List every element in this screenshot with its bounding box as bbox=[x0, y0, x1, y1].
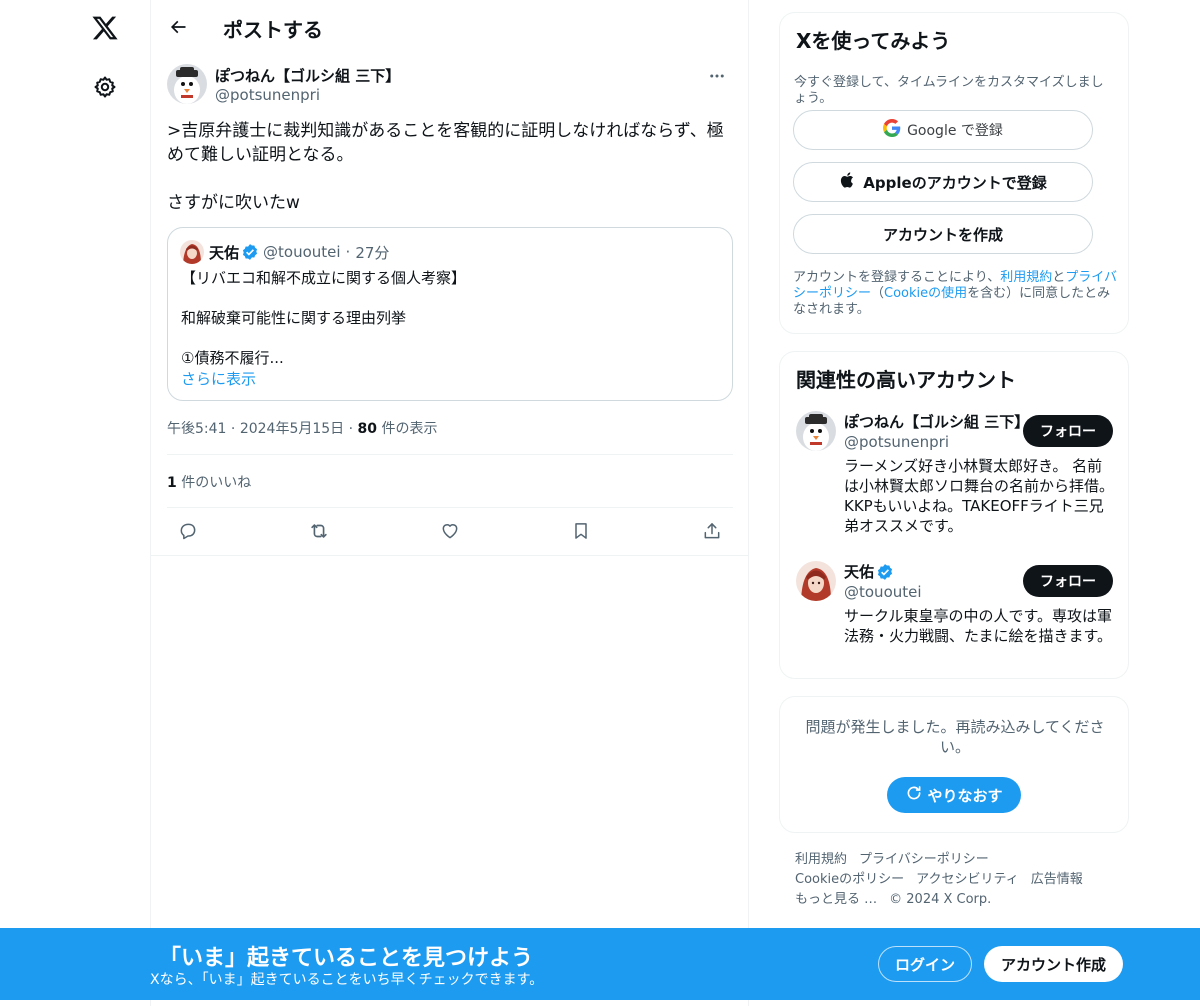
account-handle: @tououtei bbox=[844, 583, 922, 601]
post-time[interactable]: 午後5:41 bbox=[167, 421, 226, 437]
error-message: 問題が発生しました。再読み込みしてください。 bbox=[805, 718, 1105, 756]
bottom-signup-bar: 「いま」起きていることを見つけよう Xなら、「いま」起きていることをいち早くチェ… bbox=[0, 928, 1200, 1000]
separator-dot: · bbox=[345, 243, 351, 261]
quote-header: 天佑 @tououtei · 27分 bbox=[180, 240, 389, 264]
footer-ads-link[interactable]: 広告情報 bbox=[1031, 872, 1083, 887]
legal-notice: アカウントを登録することにより、利用規約とプライバシーポリシー（Cookieの使… bbox=[793, 270, 1119, 318]
page-header: ポストする bbox=[151, 0, 749, 54]
footer-more-link[interactable]: もっと見る … bbox=[795, 892, 877, 907]
post-actions bbox=[167, 514, 733, 548]
post-meta: 午後5:41 · 2024年5月15日 · 80 件の表示 bbox=[167, 418, 437, 438]
verified-icon bbox=[876, 563, 894, 581]
views-count: 80 bbox=[357, 421, 378, 437]
likes-label: 件のいいね bbox=[176, 475, 252, 491]
likes-count: 1 bbox=[167, 475, 177, 491]
signup-button[interactable]: アカウント作成 bbox=[984, 946, 1123, 982]
divider bbox=[167, 507, 733, 508]
reply-icon[interactable] bbox=[171, 514, 205, 548]
separator-dot: · bbox=[230, 421, 240, 437]
quote-author-handle: @tououtei bbox=[263, 243, 341, 261]
create-account-button[interactable]: アカウントを作成 bbox=[793, 214, 1093, 254]
account-name: ぽつねん【ゴルシ組 三下】 bbox=[844, 413, 1030, 431]
footer-links: 利用規約 プライバシーポリシー Cookieのポリシー アクセシビリティ 広告情報 も… bbox=[795, 850, 1113, 910]
terms-link[interactable]: 利用規約 bbox=[1000, 270, 1052, 285]
footer-row: Cookieのポリシー アクセシビリティ 広告情報 bbox=[795, 870, 1113, 890]
bottom-bar-title: 「いま」起きていることを見つけよう bbox=[159, 946, 534, 971]
x-logo-icon[interactable] bbox=[82, 5, 128, 51]
like-icon[interactable] bbox=[433, 514, 467, 548]
google-icon bbox=[883, 119, 907, 141]
post-text-line: >吉原弁護士に裁判知識があることを客観的に証明しなければならず、極めて難しい証明… bbox=[167, 121, 724, 165]
retry-label: やりなおす bbox=[927, 786, 1003, 805]
author-name[interactable]: ぽつねん【ゴルシ組 三下】 bbox=[215, 65, 400, 86]
account-name: 天佑 bbox=[844, 563, 875, 581]
account-bio: サークル東皇亭の中の人です。専攻は軍法務・火力戦闘、たまに絵を描きます。 bbox=[844, 607, 1113, 645]
retry-button[interactable]: やりなおす bbox=[887, 777, 1021, 813]
post-author: ぽつねん【ゴルシ組 三下】 @potsunenpri bbox=[167, 62, 733, 108]
avatar[interactable] bbox=[167, 64, 207, 104]
post-text-line: さすがに吹いたw bbox=[167, 193, 300, 213]
quote-author-name: 天佑 bbox=[209, 243, 240, 262]
page-title: ポストする bbox=[223, 18, 323, 42]
divider bbox=[151, 555, 749, 556]
signup-title: Xを使ってみよう bbox=[796, 29, 951, 53]
footer-accessibility-link[interactable]: アクセシビリティ bbox=[916, 872, 1019, 887]
left-nav bbox=[60, 0, 150, 1006]
post-date[interactable]: 2024年5月15日 bbox=[240, 421, 344, 437]
bookmark-icon[interactable] bbox=[564, 514, 598, 548]
footer-row: 利用規約 プライバシーポリシー bbox=[795, 850, 1113, 870]
error-card: 問題が発生しました。再読み込みしてください。 やりなおす bbox=[779, 696, 1129, 833]
back-arrow-icon[interactable] bbox=[161, 10, 195, 44]
footer-row: もっと見る … © 2024 X Corp. bbox=[795, 890, 1113, 910]
quote-line: 和解破棄可能性に関する理由列挙 bbox=[181, 309, 407, 327]
signup-card: Xを使ってみよう 今すぐ登録して、タイムラインをカスタマイズしましょう。 Goo… bbox=[779, 12, 1129, 334]
legal-text: と bbox=[1052, 270, 1066, 285]
follow-button[interactable]: フォロー bbox=[1023, 565, 1113, 597]
account-bio: ラーメンズ好き小林賢太郎好き。 名前は小林賢太郎ソロ舞台の名前から拝借。 KKP… bbox=[844, 457, 1115, 535]
more-icon[interactable] bbox=[701, 64, 733, 88]
copyright: © 2024 X Corp. bbox=[889, 892, 992, 907]
author-handle[interactable]: @potsunenpri bbox=[215, 86, 320, 104]
bottom-bar-subtitle: Xなら、「いま」起きていることをいち早くチェックできます。 bbox=[150, 972, 544, 988]
gear-icon[interactable] bbox=[82, 64, 128, 110]
quote-time: 27分 bbox=[355, 243, 390, 262]
cookie-link[interactable]: Cookieの使用 bbox=[884, 286, 967, 301]
repost-icon[interactable] bbox=[302, 514, 336, 548]
refresh-icon bbox=[905, 784, 927, 806]
footer-privacy-link[interactable]: プライバシーポリシー bbox=[859, 852, 989, 867]
login-button[interactable]: ログイン bbox=[878, 946, 972, 982]
apple-signup-button[interactable]: Appleのアカウントで登録 bbox=[793, 162, 1093, 202]
relevant-accounts-card: 関連性の高いアカウント ぽつねん【ゴルシ組 三下】 @potsunenpri フ… bbox=[779, 351, 1129, 679]
apple-signup-label: Appleのアカウントで登録 bbox=[863, 173, 1047, 192]
accounts-title: 関連性の高いアカウント bbox=[796, 368, 1016, 392]
post-text: >吉原弁護士に裁判知識があることを客観的に証明しなければならず、極めて難しい証明… bbox=[167, 119, 733, 239]
quote-line: ①債務不履行... bbox=[181, 349, 284, 367]
verified-icon bbox=[241, 243, 259, 261]
footer-cookie-link[interactable]: Cookieのポリシー bbox=[795, 872, 904, 887]
apple-icon bbox=[839, 171, 863, 193]
follow-button[interactable]: フォロー bbox=[1023, 415, 1113, 447]
avatar[interactable] bbox=[796, 561, 836, 601]
likes-summary[interactable]: 1 件のいいね bbox=[167, 472, 251, 492]
separator-dot: · bbox=[348, 421, 358, 437]
quoted-post[interactable]: 天佑 @tououtei · 27分 【リバエコ和解不成立に関する個人考察】 和… bbox=[167, 227, 733, 401]
signup-subtitle: 今すぐ登録して、タイムラインをカスタマイズしましょう。 bbox=[794, 75, 1104, 106]
share-icon[interactable] bbox=[695, 514, 729, 548]
account-handle: @potsunenpri bbox=[844, 433, 949, 451]
google-signup-button[interactable]: Google で登録 bbox=[793, 110, 1093, 150]
account-name-row: 天佑 bbox=[844, 561, 898, 582]
show-more-link[interactable]: さらに表示 bbox=[181, 368, 256, 389]
avatar[interactable] bbox=[796, 411, 836, 451]
legal-text: アカウントを登録することにより、 bbox=[793, 270, 1001, 285]
main-column: ポストする ぽつねん【ゴルシ組 三下】 @potsunenpri >吉原弁護士に… bbox=[150, 0, 749, 1006]
google-signup-label: Google で登録 bbox=[907, 123, 1003, 139]
views-label: 件の表示 bbox=[377, 421, 438, 437]
quote-body: 【リバエコ和解不成立に関する個人考察】 和解破棄可能性に関する理由列挙 ①債務不… bbox=[181, 268, 721, 388]
quote-line: 【リバエコ和解不成立に関する個人考察】 bbox=[181, 269, 467, 287]
footer-terms-link[interactable]: 利用規約 bbox=[795, 852, 847, 867]
divider bbox=[167, 454, 733, 455]
avatar bbox=[180, 240, 204, 264]
legal-text: （ bbox=[871, 286, 885, 301]
